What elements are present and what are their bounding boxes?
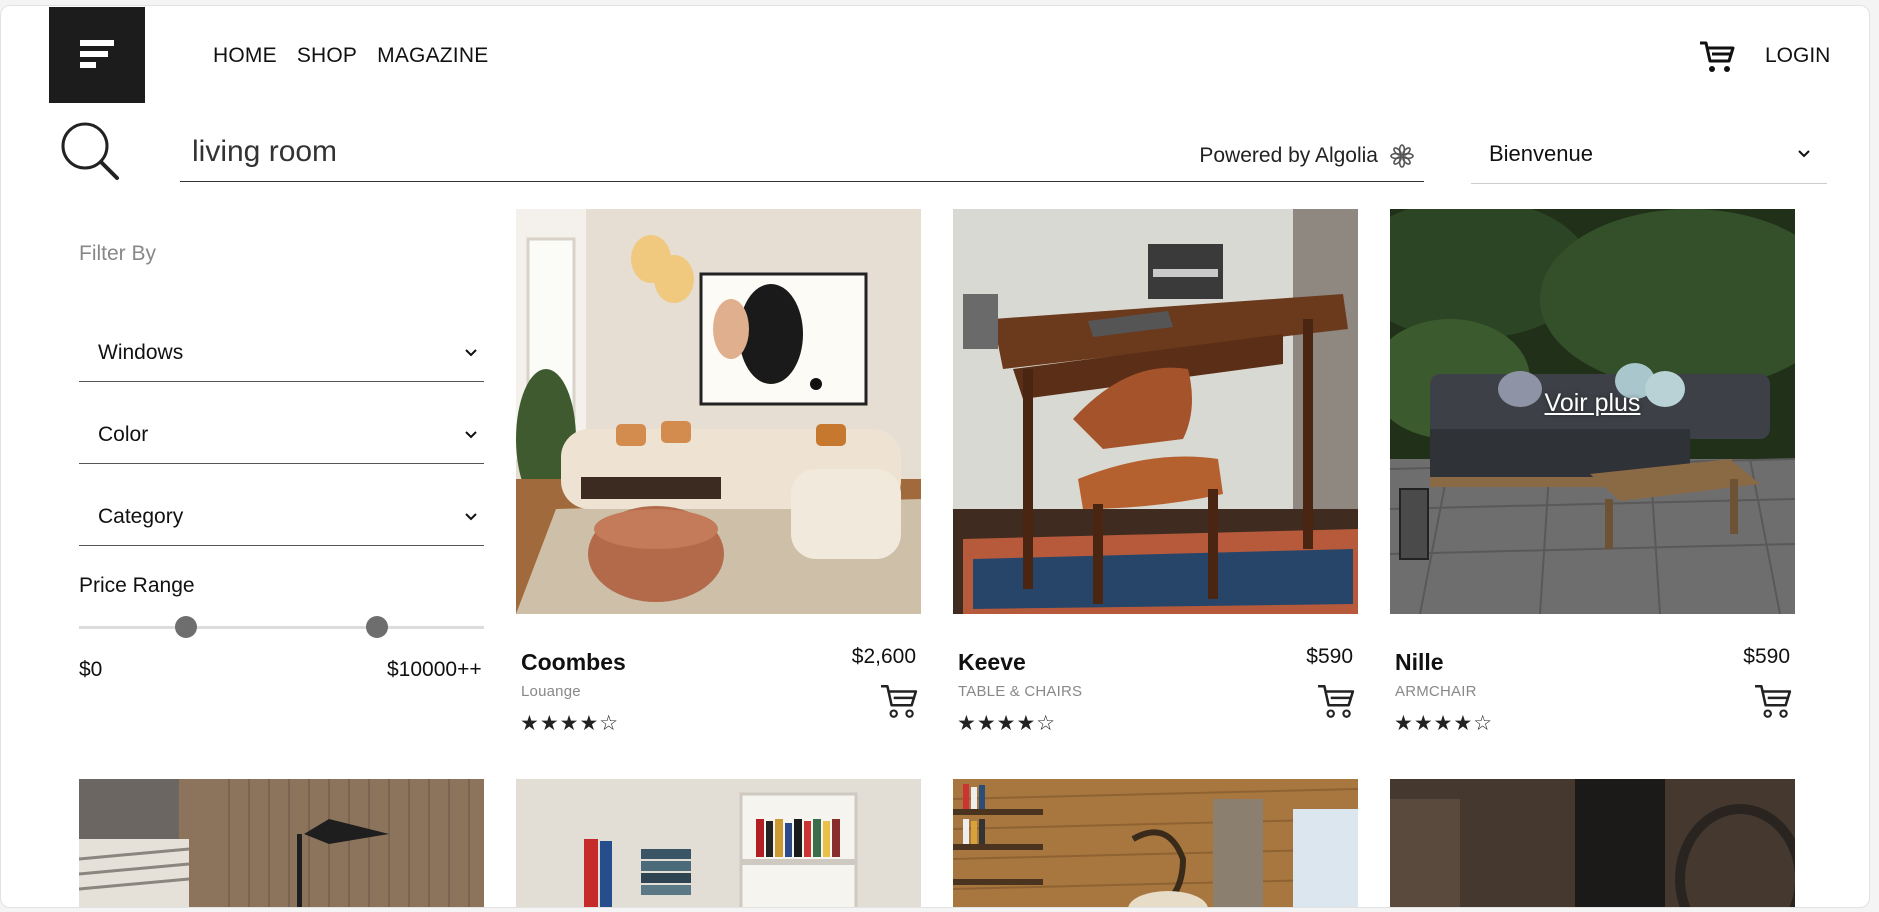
main-nav: HOME SHOP MAGAZINE [213, 44, 488, 68]
price-min-value: $0 [79, 658, 103, 681]
chevron-down-icon [465, 430, 477, 438]
filter-color-label: Color [98, 422, 149, 446]
powered-by-label: Powered by Algolia [1199, 144, 1378, 167]
app-frame: HOME SHOP MAGAZINE LOGIN Powered by Algo… [0, 5, 1870, 908]
algolia-attribution[interactable]: Powered by Algolia [1199, 144, 1414, 168]
product-card: Keeve $590 TABLE & CHAIRS ★★★★☆ [953, 209, 1358, 735]
product-price: $2,600 [851, 645, 916, 668]
filter-windows[interactable]: Windows [79, 324, 484, 382]
nav-shop[interactable]: SHOP [297, 44, 357, 68]
product-image-reading-nook[interactable] [953, 779, 1358, 907]
price-slider-track[interactable] [79, 626, 484, 629]
cart-icon[interactable] [1699, 40, 1735, 74]
search-icon[interactable] [59, 120, 123, 184]
price-range-label: Price Range [79, 574, 195, 597]
product-price: $590 [1306, 645, 1353, 668]
filter-color[interactable]: Color [79, 406, 484, 464]
view-more-link[interactable]: Voir plus [1390, 389, 1795, 418]
filter-title: Filter By [79, 242, 157, 265]
product-price: $590 [1743, 645, 1790, 668]
price-max-value: $10000++ [387, 658, 482, 681]
language-select[interactable]: Bienvenue [1471, 124, 1827, 184]
product-category: Louange [521, 683, 581, 700]
chevron-down-icon [465, 348, 477, 356]
product-name[interactable]: Keeve [958, 649, 1026, 676]
product-card: Coombes $2,600 Louange ★★★★☆ [516, 209, 921, 735]
product-category: ARMCHAIR [1395, 683, 1477, 700]
product-card: Voir plus Nille $590 ARMCHAIR ★★★★☆ [1390, 209, 1795, 735]
product-rating: ★★★★☆ [1394, 712, 1494, 735]
price-slider-min-handle[interactable] [174, 616, 197, 638]
language-select-value: Bienvenue [1489, 140, 1593, 166]
add-to-cart-icon[interactable] [1754, 683, 1792, 719]
chevron-down-icon [465, 512, 477, 520]
add-to-cart-icon[interactable] [880, 683, 918, 719]
menu-lines-icon [80, 40, 114, 68]
login-link[interactable]: LOGIN [1765, 44, 1830, 68]
product-rating: ★★★★☆ [957, 712, 1057, 735]
product-name[interactable]: Coombes [521, 649, 626, 676]
nav-magazine[interactable]: MAGAZINE [377, 44, 488, 68]
filter-category-label: Category [98, 504, 184, 528]
product-image-desk[interactable] [953, 209, 1358, 614]
chevron-down-icon [1798, 149, 1810, 157]
algolia-flower-icon [1390, 144, 1414, 168]
nav-home[interactable]: HOME [213, 44, 277, 68]
product-image-fireplace[interactable] [1390, 779, 1795, 907]
search-bar: Powered by Algolia [180, 124, 1424, 182]
filter-category[interactable]: Category [79, 488, 484, 546]
product-image-bedroom-lamp[interactable] [79, 779, 484, 907]
brand-logo[interactable] [49, 7, 145, 103]
add-to-cart-icon[interactable] [1317, 683, 1355, 719]
product-name[interactable]: Nille [1395, 649, 1444, 676]
product-category: TABLE & CHAIRS [958, 683, 1083, 700]
product-image-outdoor-sofa[interactable]: Voir plus [1390, 209, 1795, 614]
search-input[interactable] [192, 132, 1092, 172]
price-slider-max-handle[interactable] [366, 616, 389, 638]
product-image-bookshelf[interactable] [516, 779, 921, 907]
product-rating: ★★★★☆ [520, 712, 620, 735]
filter-windows-label: Windows [98, 340, 184, 364]
product-image-living-room[interactable] [516, 209, 921, 614]
